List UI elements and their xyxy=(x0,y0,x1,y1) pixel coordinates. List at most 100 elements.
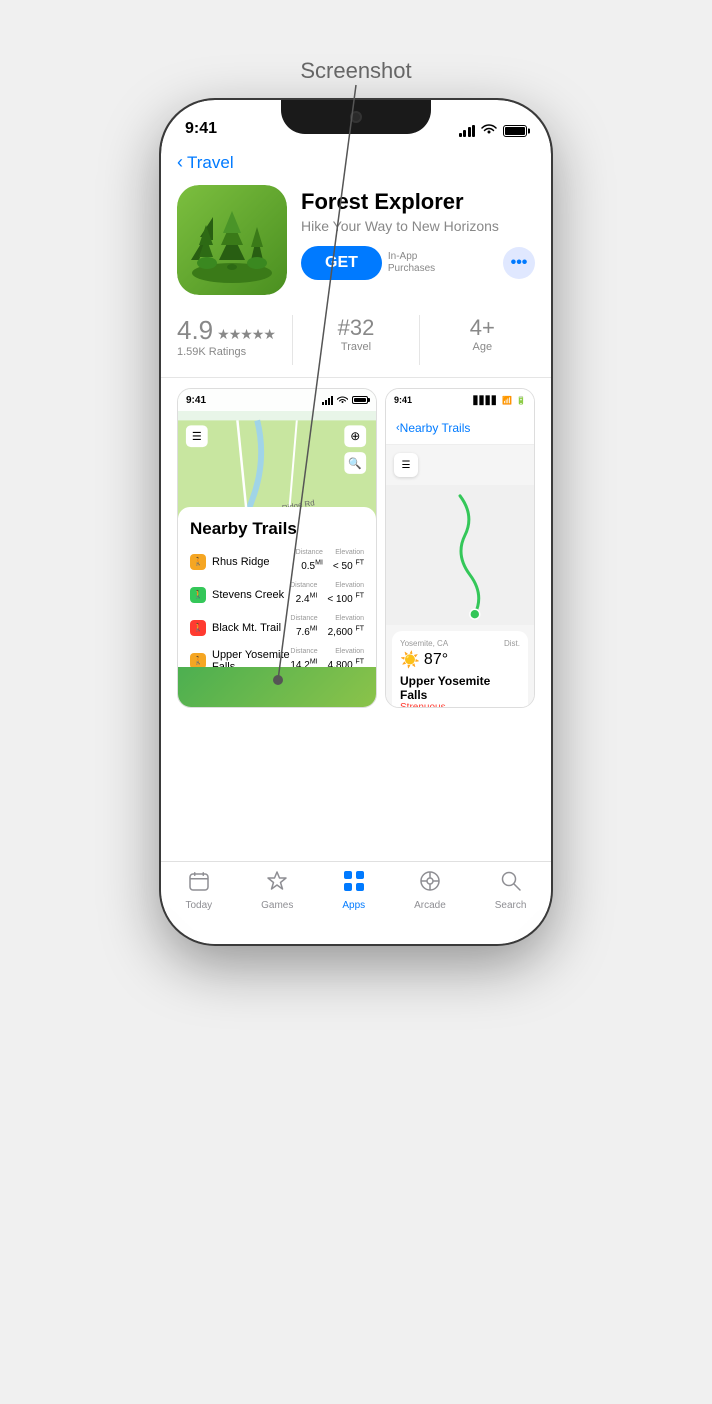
nearby-trails-nav: ‹ Nearby Trails xyxy=(386,411,534,445)
rank-block: #32 Travel xyxy=(303,315,408,353)
tab-search[interactable]: Search xyxy=(495,870,527,911)
trail-distance: Distance2.4MI xyxy=(290,582,317,607)
trail-dist-label: Dist. xyxy=(504,639,520,648)
trail-stats: Distance0.5MI Elevation< 50 FT xyxy=(296,549,364,574)
sun-icon: ☀️ xyxy=(400,650,420,670)
trail-location-text: Yosemite, CA xyxy=(400,639,448,648)
rank-age-divider xyxy=(419,315,420,365)
phone-frame: 9:41 xyxy=(161,100,551,944)
app-icon-svg xyxy=(177,185,287,295)
trail-stats: Distance7.6MI Elevation2,600 FT xyxy=(290,615,364,640)
today-icon xyxy=(188,870,210,898)
trail-row: 🚶 Black Mt. Trail Distance7.6MI Elevatio… xyxy=(190,611,364,644)
second-time: 9:41 xyxy=(394,395,412,405)
second-screenshot-content: 9:41 ▋▋▋▋ 📶 🔋 ‹ Nearby Trails xyxy=(386,389,534,707)
search-icon xyxy=(500,870,522,898)
tab-arcade[interactable]: Arcade xyxy=(414,870,446,911)
trail-color-dot: 🚶 xyxy=(190,620,206,636)
app-header: Forest Explorer Hike Your Way to New Hor… xyxy=(161,177,551,307)
age-label: Age xyxy=(430,341,535,353)
ratings-row: 4.9 ★★★★★ 1.59K Ratings #32 Travel 4+ Ag… xyxy=(161,307,551,378)
rating-count: 1.59K Ratings xyxy=(177,346,282,358)
trail-color-dot: 🚶 xyxy=(190,587,206,603)
second-menu-btn[interactable]: ☰ xyxy=(394,453,418,477)
weather-temp: 87° xyxy=(424,651,448,669)
more-button[interactable]: ••• xyxy=(503,247,535,279)
trail-elevation: Elevation2,600 FT xyxy=(328,615,364,640)
today-tab-label: Today xyxy=(185,900,212,911)
tab-today[interactable]: Today xyxy=(185,870,212,911)
rating-block: 4.9 ★★★★★ 1.59K Ratings xyxy=(177,315,282,358)
svg-text:⊕: ⊕ xyxy=(350,429,360,443)
search-tab-label: Search xyxy=(495,900,527,911)
games-tab-label: Games xyxy=(261,900,293,911)
trail-stats: Distance2.4MI Elevation< 100 FT xyxy=(290,582,364,607)
nearby-back-label[interactable]: Nearby Trails xyxy=(400,421,471,435)
trail-distance: Distance7.6MI xyxy=(290,615,317,640)
trails-title: Nearby Trails xyxy=(190,519,364,539)
back-label[interactable]: Travel xyxy=(187,153,234,173)
arcade-icon xyxy=(419,870,441,898)
app-subtitle: Hike Your Way to New Horizons xyxy=(301,217,535,235)
rating-score: 4.9 xyxy=(177,315,213,346)
trail-path-svg xyxy=(386,485,534,625)
apps-tab-label: Apps xyxy=(342,900,365,911)
tab-apps[interactable]: Apps xyxy=(342,870,365,911)
front-camera xyxy=(350,111,362,123)
status-icons xyxy=(459,123,528,138)
tab-games[interactable]: Games xyxy=(261,870,293,911)
trail-name: Stevens Creek xyxy=(212,589,290,601)
app-actions: GET In-App Purchases ••• xyxy=(301,246,535,280)
age-block: 4+ Age xyxy=(430,315,535,353)
tab-bar: Today Games xyxy=(161,861,551,944)
app-content: ‹ Travel xyxy=(161,144,551,944)
svg-text:🔍: 🔍 xyxy=(348,456,362,470)
trail-elevation: Elevation< 50 FT xyxy=(333,549,364,574)
screenshots-area: 9:41 xyxy=(161,378,551,718)
trail-color-dot: 🚶 xyxy=(190,554,206,570)
trail-difficulty: Strenuous xyxy=(400,702,520,708)
games-icon xyxy=(266,870,288,898)
app-icon xyxy=(177,185,287,295)
status-time: 9:41 xyxy=(185,120,217,138)
screenshot-2[interactable]: 9:41 ▋▋▋▋ 📶 🔋 ‹ Nearby Trails xyxy=(385,388,535,708)
screenshot-1[interactable]: 9:41 xyxy=(177,388,377,708)
battery-icon xyxy=(503,125,527,137)
screenshot-label: Screenshot xyxy=(300,58,411,84)
trail-distance: Distance0.5MI xyxy=(296,549,323,574)
get-button[interactable]: GET xyxy=(301,246,382,280)
trail-rows-container: 🚶 Rhus Ridge Distance0.5MI Elevation< 50… xyxy=(190,545,364,677)
trail-name: Black Mt. Trail xyxy=(212,622,290,634)
age-number: 4+ xyxy=(430,315,535,341)
rating-divider xyxy=(292,315,293,365)
trail-row: 🚶 Stevens Creek Distance2.4MI Elevation<… xyxy=(190,578,364,611)
app-name: Forest Explorer xyxy=(301,189,535,215)
phone-screen: 9:41 xyxy=(161,100,551,944)
purchases-label: Purchases xyxy=(388,263,435,275)
back-nav[interactable]: ‹ Travel xyxy=(161,144,551,177)
svg-text:☰: ☰ xyxy=(192,431,202,443)
trail-detail-card: Yosemite, CA Dist. ☀️ 87° Upper Yosemite… xyxy=(392,631,528,708)
signal-icon xyxy=(459,125,476,137)
map-content: 9:41 xyxy=(178,389,376,707)
trail-detail-weather: ☀️ 87° xyxy=(400,650,520,670)
map-status-bar: 9:41 xyxy=(178,389,376,411)
rank-label: Travel xyxy=(303,341,408,353)
arcade-tab-label: Arcade xyxy=(414,900,446,911)
in-app-label: In-App xyxy=(388,251,435,263)
app-bottom-bar xyxy=(178,667,376,707)
wifi-icon xyxy=(481,123,497,138)
trail-map-area xyxy=(386,485,534,625)
app-info: Forest Explorer Hike Your Way to New Hor… xyxy=(301,185,535,280)
back-chevron-icon: ‹ xyxy=(177,152,183,173)
trail-detail-name: Upper Yosemite Falls xyxy=(400,674,520,702)
trail-row: 🚶 Rhus Ridge Distance0.5MI Elevation< 50… xyxy=(190,545,364,578)
trail-elevation: Elevation< 100 FT xyxy=(327,582,364,607)
rating-stars: ★★★★★ xyxy=(217,326,275,343)
second-status-bar: 9:41 ▋▋▋▋ 📶 🔋 xyxy=(386,389,534,411)
map-time: 9:41 xyxy=(186,395,206,406)
rank-number: #32 xyxy=(303,315,408,341)
apps-icon xyxy=(343,870,365,898)
notch xyxy=(281,100,431,134)
trail-detail-location: Yosemite, CA Dist. xyxy=(400,639,520,648)
